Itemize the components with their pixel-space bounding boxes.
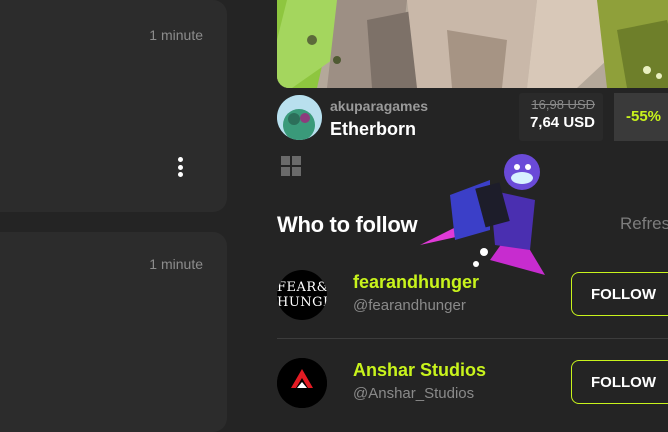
feed-card[interactable]: 1 minute bbox=[0, 0, 227, 212]
grid-icon[interactable] bbox=[281, 156, 301, 176]
user-name[interactable]: Anshar Studios bbox=[353, 360, 486, 381]
publisher-name[interactable]: akuparagames bbox=[330, 98, 428, 114]
game-title[interactable]: Etherborn bbox=[330, 119, 416, 140]
follow-suggestion[interactable]: FEAR& HUNGE fearandhunger @fearandhunger… bbox=[277, 266, 668, 326]
game-cover-image[interactable] bbox=[277, 0, 668, 88]
feed-card[interactable]: 1 minute bbox=[0, 232, 227, 432]
follow-suggestion[interactable]: Anshar Studios @Anshar_Studios FOLLOW bbox=[277, 354, 668, 414]
more-options-icon[interactable] bbox=[176, 157, 184, 181]
post-time: 1 minute bbox=[149, 256, 203, 272]
discount-badge[interactable]: -55% bbox=[614, 93, 668, 141]
follow-button[interactable]: FOLLOW bbox=[571, 360, 668, 404]
mascot-illustration bbox=[420, 150, 545, 275]
user-avatar[interactable] bbox=[277, 358, 327, 408]
user-handle: @fearandhunger bbox=[353, 297, 466, 314]
old-price: 16,98 USD bbox=[531, 97, 595, 112]
user-name[interactable]: fearandhunger bbox=[353, 272, 479, 293]
user-handle: @Anshar_Studios bbox=[353, 385, 475, 402]
refresh-link[interactable]: Refres bbox=[620, 214, 668, 234]
user-avatar[interactable]: FEAR& HUNGE bbox=[277, 270, 327, 320]
new-price: 7,64 USD bbox=[529, 114, 595, 131]
price-box[interactable]: 16,98 USD 7,64 USD bbox=[519, 93, 603, 141]
post-time: 1 minute bbox=[149, 27, 203, 43]
divider bbox=[277, 338, 668, 339]
publisher-avatar[interactable] bbox=[277, 95, 322, 140]
who-to-follow-title: Who to follow bbox=[277, 212, 418, 237]
game-info-row[interactable]: akuparagames Etherborn 16,98 USD 7,64 US… bbox=[277, 93, 668, 141]
follow-button[interactable]: FOLLOW bbox=[571, 272, 668, 316]
fearandhunger-logo: FEAR& HUNGE bbox=[277, 280, 327, 310]
